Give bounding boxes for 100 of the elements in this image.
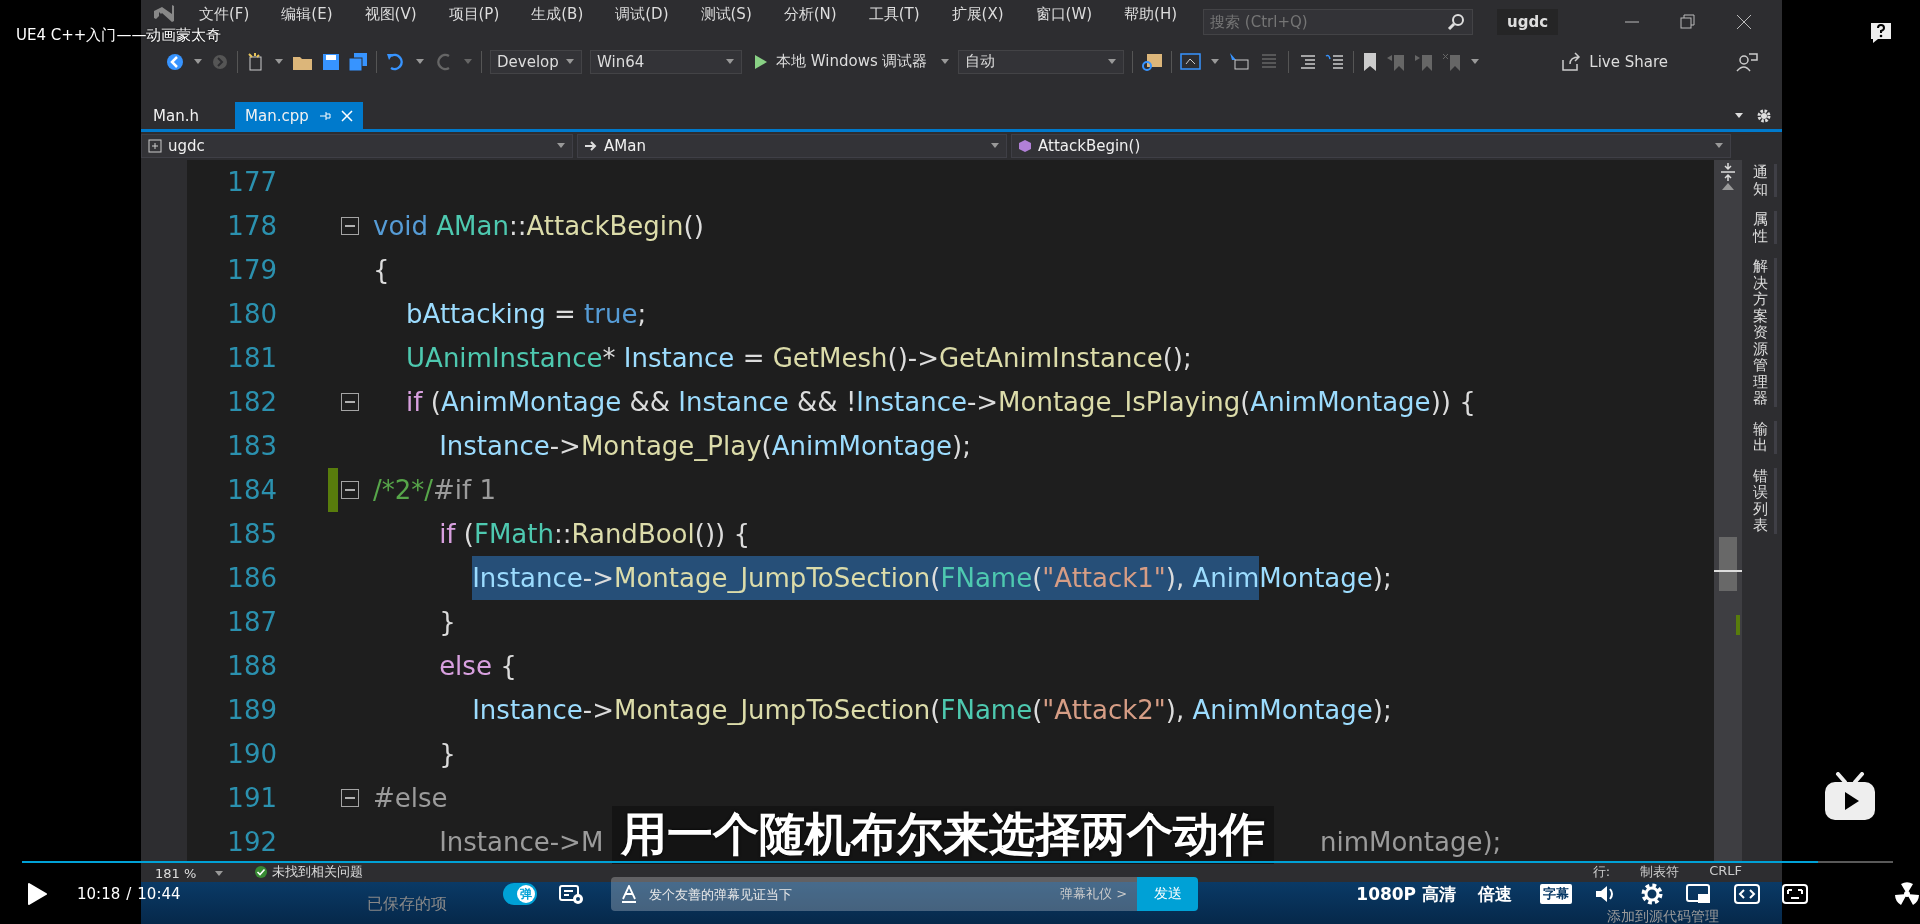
duration: 10:44 <box>137 885 181 903</box>
line-number: 184 <box>226 474 277 507</box>
close-icon[interactable] <box>1736 13 1752 30</box>
code-line: { <box>373 254 390 287</box>
line-number: 192 <box>226 826 277 859</box>
menu-item[interactable]: 生成(B) <box>515 5 600 23</box>
file-tab[interactable]: Man.cpp <box>235 102 363 129</box>
arrow-icon <box>584 139 598 153</box>
fullscreen-icon[interactable] <box>1782 883 1808 905</box>
code-line: Instance->Montage_JumpToSection(FName("Attack1"), AnimMontage); <box>373 556 1392 600</box>
issues-status: 未找到相关问题 <box>272 863 364 881</box>
line-number: 191 <box>226 782 277 815</box>
code-line: /*2*/#if 1 <box>373 474 497 507</box>
menu-item[interactable]: 调试(D) <box>599 5 685 23</box>
line-number: 189 <box>226 694 277 727</box>
code-line: void AMan::AttackBegin() <box>373 210 704 243</box>
back-icon[interactable] <box>165 51 185 72</box>
save-status: 已保存的项 <box>367 893 447 915</box>
indent-icon[interactable] <box>1324 52 1345 71</box>
line-number: 177 <box>226 166 277 199</box>
collapse-icon[interactable] <box>341 481 359 499</box>
indent-status: 制表符 <box>1640 863 1680 881</box>
code-line: } <box>438 606 456 639</box>
save-icon[interactable] <box>322 52 340 71</box>
menu-item[interactable]: 文件(F) <box>183 5 266 23</box>
menu-item[interactable]: 分析(N) <box>767 5 853 23</box>
code-line: Instance->Montage_Play(AnimMontage); <box>438 430 971 463</box>
code-line: UAnimInstance* Instance = GetMesh()->GetAnimInstance(); <box>405 342 1192 375</box>
pin-icon[interactable] <box>318 109 331 122</box>
tool-window-tab[interactable]: 解决方案资源管理器 <box>1753 258 1777 407</box>
mode-dropdown[interactable]: 自动 <box>957 49 1124 74</box>
menu-item[interactable]: 工具(T) <box>852 5 936 23</box>
find-files-icon[interactable] <box>1140 51 1163 72</box>
tool-window-tab[interactable]: 错误列表 <box>1753 467 1777 534</box>
scope-dropdown[interactable]: AMan <box>577 134 1007 158</box>
restore-icon[interactable] <box>1680 13 1696 30</box>
menu-item[interactable]: 视图(V) <box>348 5 433 23</box>
quality-button[interactable]: 1080P 高清 <box>1356 882 1456 906</box>
danmaku-settings-icon[interactable] <box>559 883 586 905</box>
line-number: 179 <box>226 254 277 287</box>
line-number: 178 <box>226 210 277 243</box>
menu-item[interactable]: 窗口(W) <box>1019 5 1109 23</box>
code-line: if (AnimMontage && Instance && !Instance->Montage_IsPlaying(AnimMontage)) { <box>405 386 1476 419</box>
search-field[interactable]: 搜索 (Ctrl+Q) <box>1203 8 1474 35</box>
menu-item[interactable]: 扩展(X) <box>935 5 1020 23</box>
tool-window-tab[interactable]: 属性 <box>1753 211 1777 244</box>
play-icon <box>754 53 768 70</box>
menu-item[interactable]: 帮助(H) <box>1108 5 1194 23</box>
split-icon[interactable] <box>1719 162 1737 182</box>
danmaku-input[interactable]: 发个友善的弹幕见证当下 弹幕礼仪 > <box>611 877 1138 911</box>
search-icon[interactable] <box>1447 12 1466 31</box>
line-number: 190 <box>226 738 277 771</box>
scrollbar-thumb[interactable] <box>1719 537 1737 591</box>
configuration-dropdown[interactable]: Develop <box>490 49 582 74</box>
feedback-icon[interactable] <box>1736 51 1758 72</box>
speed-button[interactable]: 倍速 <box>1478 882 1512 906</box>
bookmark-icon[interactable] <box>1361 51 1378 72</box>
menu-item[interactable]: 编辑(E) <box>265 5 349 23</box>
bookmark-clear-icon[interactable] <box>1441 51 1462 72</box>
platform-dropdown[interactable]: Win64 <box>590 49 742 74</box>
menu-item[interactable]: 测试(S) <box>684 5 768 23</box>
start-debugging-button[interactable]: 本地 Windows 调试器 <box>750 52 932 71</box>
code-line: else { <box>438 650 517 683</box>
play-icon[interactable] <box>27 883 47 905</box>
project-icon <box>148 139 162 153</box>
collapse-icon[interactable] <box>341 789 359 807</box>
picture-in-picture-icon[interactable] <box>1686 883 1712 905</box>
menu-item[interactable]: 项目(P) <box>432 5 516 23</box>
code-line: bAttacking = true; <box>405 298 647 331</box>
code-line: nimMontage); <box>1320 826 1502 859</box>
code-line: if (FMath::RandBool()) { <box>438 518 750 551</box>
gear-icon[interactable] <box>1756 107 1772 124</box>
code-line: } <box>438 738 456 771</box>
browser-icon[interactable] <box>1179 51 1202 72</box>
scrollbar[interactable] <box>1714 160 1742 861</box>
help-icon[interactable] <box>1870 22 1892 44</box>
video-title: UE4 C++入门——动画蒙太奇 <box>16 26 222 44</box>
cursor-icon[interactable] <box>1227 51 1250 72</box>
scope-dropdown[interactable]: ugdc <box>141 134 573 158</box>
widescreen-icon[interactable] <box>1734 883 1760 905</box>
live-share-button[interactable]: Live Share <box>1561 51 1668 72</box>
current-time: 10:18 <box>77 885 121 903</box>
scroll-up-icon[interactable] <box>1722 182 1734 190</box>
danmaku-etiquette-link[interactable]: 弹幕礼仪 > <box>1060 885 1128 903</box>
scope-dropdown[interactable]: AttackBegin() <box>1011 134 1731 158</box>
file-tab[interactable]: Man.h <box>143 102 223 129</box>
settings-icon[interactable] <box>1640 882 1664 906</box>
tool-window-tab[interactable]: 通知 <box>1753 164 1777 197</box>
time-separator: / <box>126 885 132 903</box>
source-control-button[interactable]: 添加到源代码管理 <box>1607 908 1719 924</box>
line-number: 187 <box>226 606 277 639</box>
tool-window-tab[interactable]: 输出 <box>1753 420 1777 454</box>
line-number: 188 <box>226 650 277 683</box>
collapse-icon[interactable] <box>341 393 359 411</box>
save-all-icon[interactable] <box>348 51 368 72</box>
collapse-icon[interactable] <box>341 217 359 235</box>
zoom-dropdown[interactable]: 181 % <box>155 866 225 881</box>
text-style-icon[interactable] <box>621 885 638 903</box>
tv-icon[interactable] <box>1823 772 1877 822</box>
subtitles-button[interactable]: 字幕 <box>1540 884 1572 904</box>
